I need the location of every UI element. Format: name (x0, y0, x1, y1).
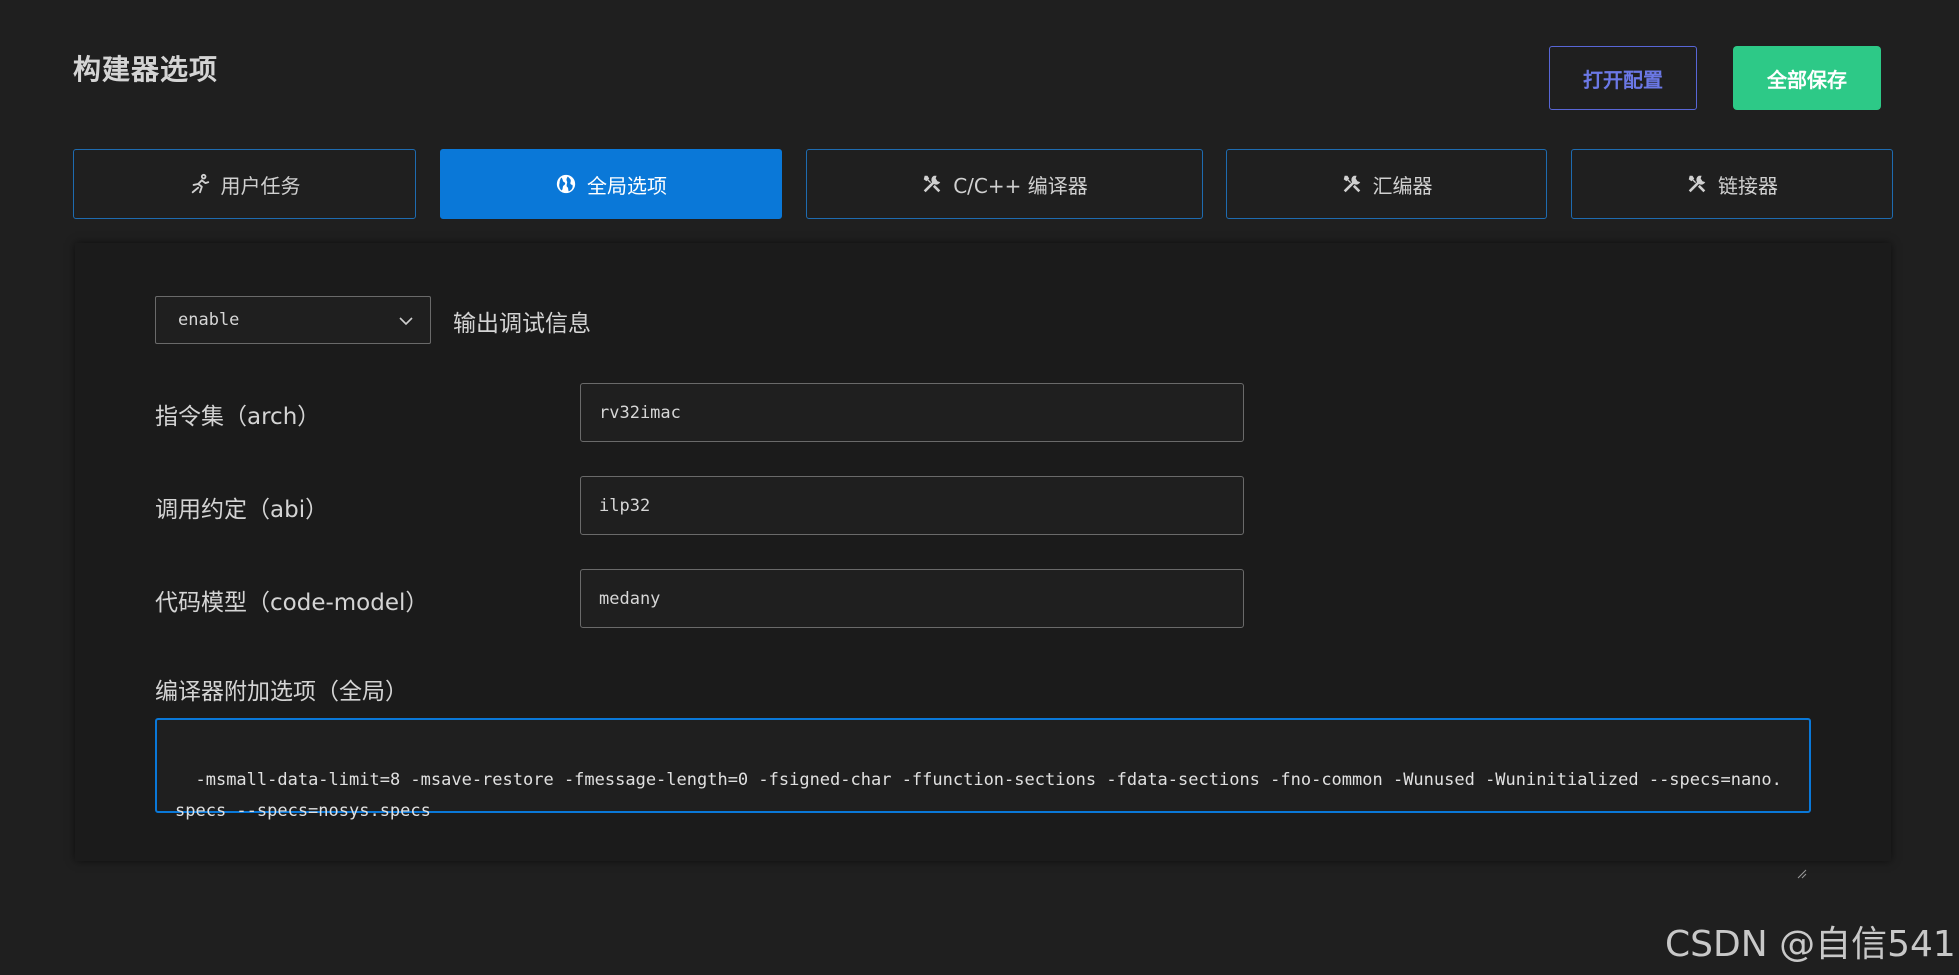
tab-global-options[interactable]: 全局选项 (440, 149, 782, 219)
watermark: CSDN @自信541 (1665, 924, 1956, 965)
tab-assembler[interactable]: 汇编器 (1226, 149, 1547, 219)
tab-label: 链接器 (1718, 173, 1778, 198)
page-title: 构建器选项 (73, 53, 219, 86)
tools-icon (1341, 173, 1363, 195)
abi-label: 调用约定（abi） (155, 497, 329, 523)
code-model-label: 代码模型（code-model） (155, 590, 429, 616)
debug-info-select[interactable]: enable (155, 296, 431, 344)
abi-input[interactable]: ilp32 (580, 476, 1244, 535)
code-model-input[interactable]: medany (580, 569, 1244, 628)
arch-input[interactable]: rv32imac (580, 383, 1244, 442)
tab-linker[interactable]: 链接器 (1571, 149, 1893, 219)
run-icon (189, 173, 211, 195)
resize-grip-icon[interactable] (1795, 797, 1807, 879)
debug-info-select-value: enable (178, 310, 240, 330)
tab-label: C/C++ 编译器 (953, 173, 1088, 198)
arch-label: 指令集（arch） (155, 404, 321, 430)
tab-label: 汇编器 (1372, 173, 1433, 198)
tab-cpp-compiler[interactable]: C/C++ 编译器 (806, 149, 1203, 219)
tab-label: 用户任务 (220, 173, 301, 198)
open-config-button[interactable]: 打开配置 (1549, 46, 1697, 110)
tools-icon (921, 173, 943, 195)
chevron-down-icon (398, 313, 414, 329)
save-all-button[interactable]: 全部保存 (1733, 46, 1881, 110)
tools-icon (1686, 173, 1708, 195)
extra-options-label: 编译器附加选项（全局） (155, 679, 408, 705)
globe-icon (555, 173, 577, 195)
tab-user-tasks[interactable]: 用户任务 (73, 149, 416, 219)
extra-options-textarea[interactable]: -msmall-data-limit=8 -msave-restore -fme… (155, 718, 1811, 879)
tab-label: 全局选项 (587, 173, 667, 198)
debug-info-label: 输出调试信息 (453, 311, 591, 337)
